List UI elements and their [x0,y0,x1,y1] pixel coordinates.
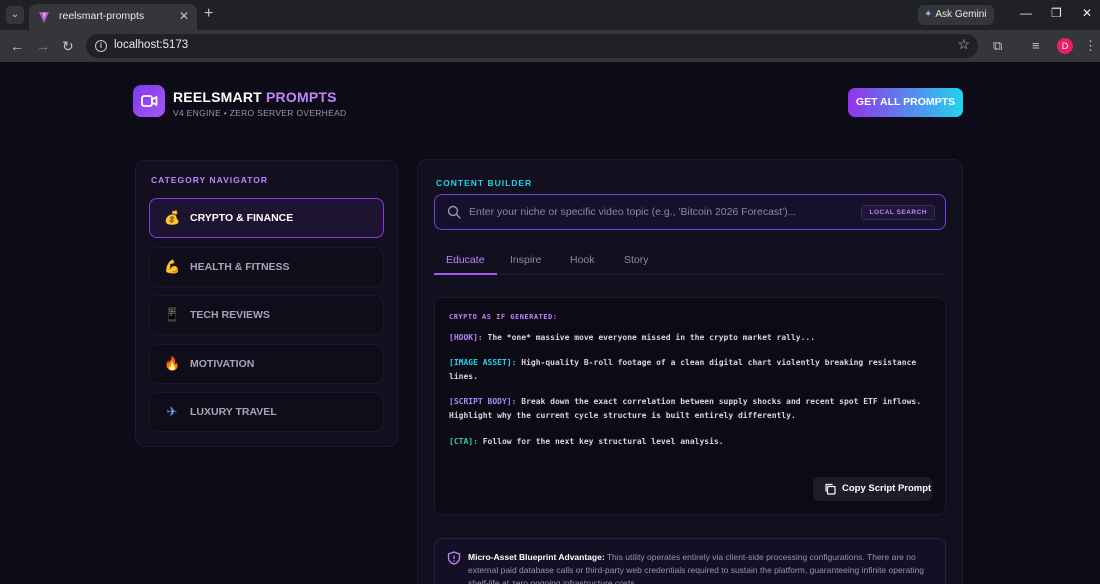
generated-script-output: CRYPTO AS IF GENERATED: [HOOK]: The *one… [434,297,946,515]
topic-search-box: LOCAL SEARCH [434,194,946,230]
image-asset-text: High-quality B-roll footage of a clean d… [449,358,917,381]
hook-text: The *one* massive move everyone missed i… [482,333,816,342]
copy-icon [825,483,836,495]
category-label: TECH REVIEWS [190,309,270,321]
close-tab-icon[interactable]: ✕ [179,9,189,23]
ask-gemini-button[interactable]: ✦ Ask Gemini [918,5,994,25]
copy-script-prompt-label: Copy Script Prompt [842,483,932,494]
script-hook-line: [HOOK]: The *one* massive move everyone … [449,331,929,345]
cta-text: Follow for the next key structural level… [477,437,724,446]
bookmark-star-icon[interactable]: ☆ [957,36,970,53]
restore-icon[interactable]: ❐ [1051,6,1062,20]
phone-icon: 📱 [164,307,181,322]
address-url: localhost:5173 [114,39,189,51]
hook-tag: [HOOK]: [449,333,483,342]
ask-gemini-label: Ask Gemini [935,9,987,20]
category-label: CRYPTO & FINANCE [190,212,294,224]
browser-toolbar: ← → ↻ i localhost:5173 ☆ ⧉ ≡ D ⋮ [0,30,1100,62]
brand-accent: PROMPTS [266,89,337,105]
category-label: HEALTH & FITNESS [190,261,290,273]
category-item-crypto-finance[interactable]: 💰 CRYPTO & FINANCE [149,198,384,238]
advantage-title: Micro-Asset Blueprint Advantage: [468,552,605,562]
category-label: LUXURY TRAVEL [190,406,277,418]
app-logo [133,85,165,117]
topic-search-input[interactable] [469,203,869,221]
money-bag-icon: 💰 [164,210,181,225]
tab-hook[interactable]: Hook [558,254,607,275]
image-asset-tag: [IMAGE ASSET]: [449,358,517,367]
tab-title: reelsmart-prompts [59,10,145,22]
address-bar[interactable]: i localhost:5173 ☆ [86,34,978,58]
advantage-text: Micro-Asset Blueprint Advantage: This ut… [468,551,938,584]
shield-icon [447,551,461,565]
category-navigator-title: CATEGORY NAVIGATOR [151,175,269,185]
reload-icon[interactable]: ↻ [62,37,74,55]
forward-arrow-icon[interactable]: → [36,37,50,55]
category-label: MOTIVATION [190,358,255,370]
media-controls-icon[interactable]: ≡ [1032,38,1040,54]
tab-educate[interactable]: Educate [434,254,497,275]
vite-favicon-icon [39,12,49,23]
script-asset-line: [IMAGE ASSET]: High-quality B-roll foota… [449,356,929,383]
local-search-badge: LOCAL SEARCH [861,205,935,220]
close-window-icon[interactable]: ✕ [1082,6,1092,20]
copy-script-prompt-button[interactable]: Copy Script Prompt [813,477,932,501]
category-item-luxury-travel[interactable]: ✈ LUXURY TRAVEL [149,392,384,432]
gemini-sparkle-icon: ✦ [924,9,933,20]
output-title: CRYPTO AS IF GENERATED: [449,313,558,321]
fire-icon: 🔥 [164,356,181,371]
brand-name: REELSMART PROMPTS [173,89,337,105]
airplane-icon: ✈ [166,404,178,419]
category-item-health-fitness[interactable]: 💪 HEALTH & FITNESS [149,247,384,287]
brand-main: REELSMART [173,89,262,105]
content-builder: CONTENT BUILDER LOCAL SEARCH Educate Ins… [417,159,963,584]
tab-story[interactable]: Story [612,254,661,275]
tab-inspire[interactable]: Inspire [498,254,554,275]
cta-tag: [CTA]: [449,437,478,446]
flexed-bicep-icon: 💪 [164,259,181,274]
get-all-prompts-button[interactable]: GET ALL PROMPTS [848,88,963,117]
brand-tagline: V4 ENGINE • ZERO SERVER OVERHEAD [173,108,347,118]
category-item-tech-reviews[interactable]: 📱 TECH REVIEWS [149,295,384,335]
minimize-icon[interactable]: — [1020,6,1032,20]
script-body-text: Break down the exact correlation between… [449,397,922,420]
category-navigator: CATEGORY NAVIGATOR 💰 CRYPTO & FINANCE 💪 … [135,160,398,447]
new-tab-icon[interactable]: + [204,5,213,23]
extensions-puzzle-icon[interactable]: ⧉ [993,38,1002,54]
video-camera-icon [141,95,158,107]
app-page: REELSMART PROMPTS V4 ENGINE • ZERO SERVE… [0,62,1100,584]
browser-tabstrip: ⌄ reelsmart-prompts ✕ + ✦ Ask Gemini — ❐ … [0,0,1100,30]
script-body-line: [SCRIPT BODY]: Break down the exact corr… [449,395,929,422]
profile-avatar[interactable]: D [1057,38,1073,54]
category-item-motivation[interactable]: 🔥 MOTIVATION [149,344,384,384]
script-cta-line: [CTA]: Follow for the next key structura… [449,435,929,449]
script-body-tag: [SCRIPT BODY]: [449,397,517,406]
browser-tab[interactable]: reelsmart-prompts ✕ [29,4,197,30]
site-info-icon[interactable]: i [95,40,107,52]
prompt-type-tabs: Educate Inspire Hook Story [434,248,946,275]
tab-search-chevron-icon[interactable]: ⌄ [6,6,24,24]
blueprint-advantage-note: Micro-Asset Blueprint Advantage: This ut… [434,538,946,584]
content-builder-title: CONTENT BUILDER [436,178,533,188]
back-arrow-icon[interactable]: ← [10,37,24,55]
search-icon [447,205,461,219]
menu-kebab-icon[interactable]: ⋮ [1084,38,1097,54]
